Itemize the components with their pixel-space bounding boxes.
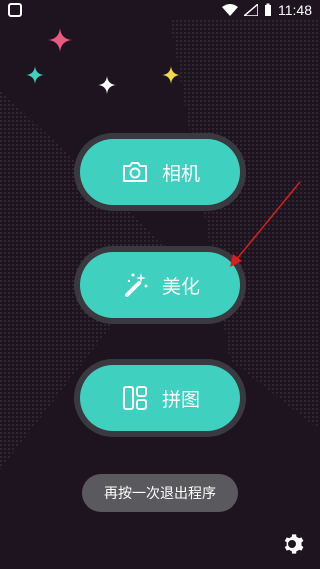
beautify-label: 美化 [161,275,200,298]
gear-icon[interactable] [280,532,304,556]
beautify-button[interactable]: 美化 [74,246,246,324]
notification-app-icon [8,3,22,17]
camera-button[interactable]: 相机 [74,133,246,211]
status-bar: 11:48 [0,0,320,22]
battery-icon [265,3,271,16]
exit-toast: 再按一次退出程序 [82,474,238,512]
sparkle-teal-icon [26,66,44,84]
collage-label: 拼图 [161,388,200,411]
sparkle-yellow-icon [162,66,180,84]
magic-wand-icon [120,270,150,300]
sparkle-pink-icon [48,28,72,52]
collage-button[interactable]: 拼图 [74,359,246,437]
signal-icon [244,4,258,16]
sparkle-white-icon [98,76,116,94]
status-time: 11:48 [278,2,312,18]
camera-icon [120,157,150,187]
wifi-icon [222,4,238,16]
collage-icon [120,383,150,413]
camera-label: 相机 [161,162,200,185]
